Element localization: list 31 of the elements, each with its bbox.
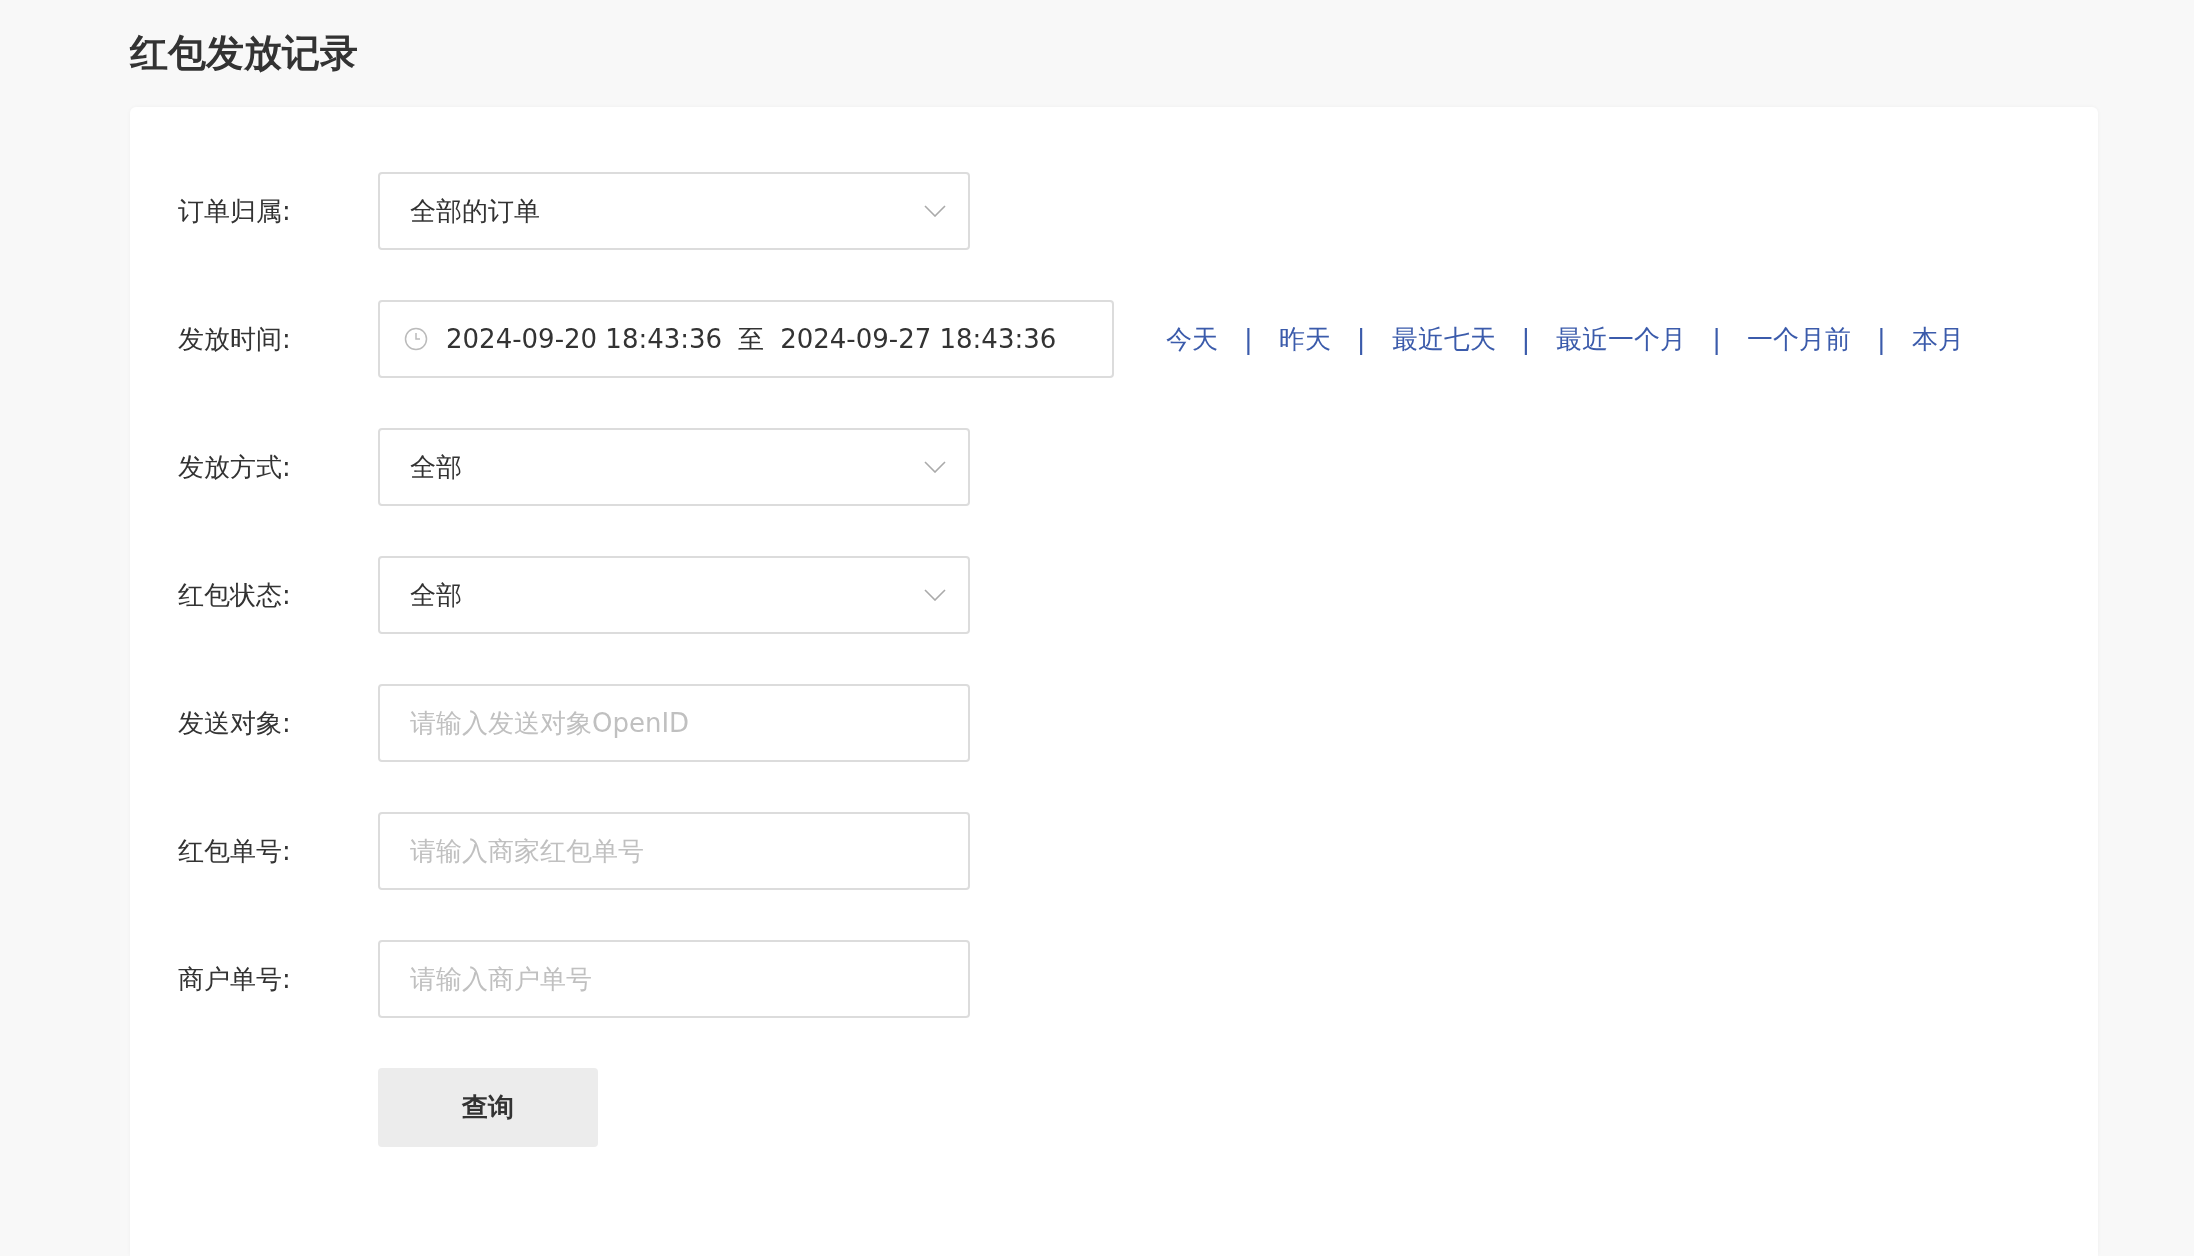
field-label: 红包状态:	[178, 578, 292, 612]
separator: |	[1356, 324, 1366, 354]
clock-icon	[404, 327, 428, 351]
separator: |	[1877, 324, 1886, 354]
query-button[interactable]: 查询	[378, 1067, 598, 1147]
page-title: 红包发放记录	[130, 30, 358, 77]
separator: |	[1244, 324, 1253, 354]
field-label: 发送对象:	[178, 706, 292, 740]
separator: |	[1521, 324, 1531, 354]
chevron-down-icon	[924, 589, 946, 601]
date-range-field[interactable]: 2024-09-20 18:43:36 至 2024-09-27 18:43:36	[378, 300, 1114, 378]
field-label: 红包单号:	[178, 834, 292, 868]
field-label: 订单归属:	[178, 194, 292, 228]
chevron-down-icon	[924, 461, 946, 473]
select-field[interactable]: 全部	[378, 428, 970, 506]
quick-range-link[interactable]: 一个月前	[1747, 321, 1852, 357]
quick-range-link[interactable]: 本月	[1911, 321, 1964, 357]
select-field[interactable]: 全部	[378, 556, 970, 634]
quick-range-link[interactable]: 最近一个月	[1556, 321, 1687, 357]
separator: |	[1712, 324, 1722, 354]
quick-range-link[interactable]: 昨天	[1278, 321, 1331, 357]
field-label: 发放方式:	[178, 450, 292, 484]
field-label: 商户单号:	[178, 962, 292, 996]
input-field[interactable]: 请输入商户单号	[378, 940, 970, 1018]
field-label: 发放时间:	[178, 322, 292, 356]
input-field[interactable]: 请输入发送对象OpenID	[378, 684, 970, 762]
input-field[interactable]: 请输入商家红包单号	[378, 812, 970, 890]
select-field[interactable]: 全部的订单	[378, 172, 970, 250]
chevron-down-icon	[924, 205, 946, 217]
quick-range-link[interactable]: 最近七天	[1391, 321, 1496, 357]
quick-range-link[interactable]: 今天	[1166, 321, 1218, 357]
